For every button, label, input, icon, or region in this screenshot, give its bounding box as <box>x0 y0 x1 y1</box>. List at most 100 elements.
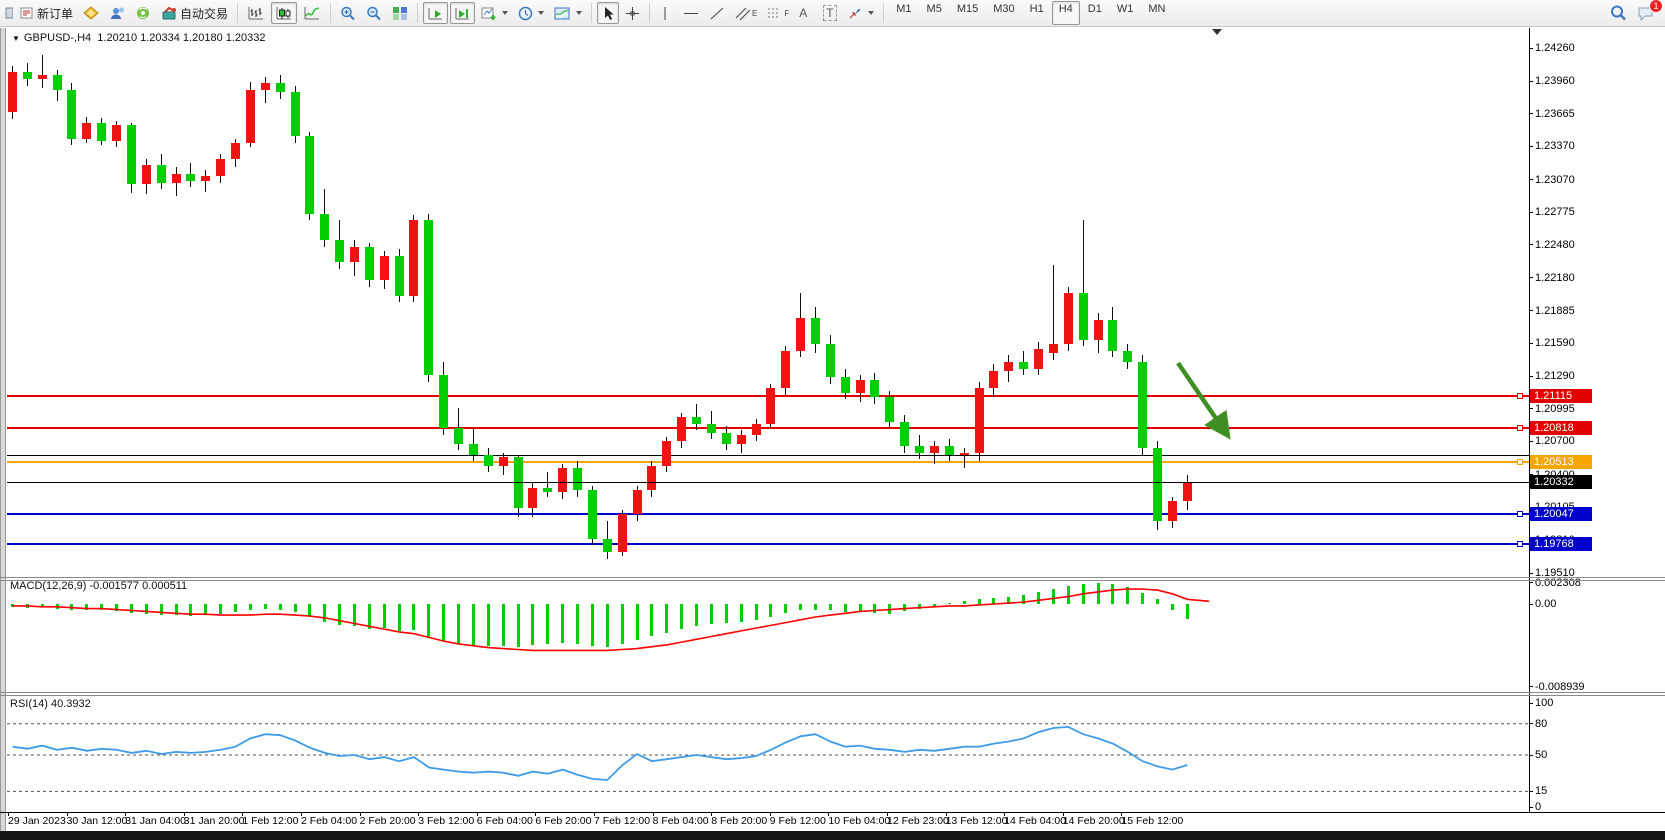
macd-histogram-bar <box>41 604 44 607</box>
horizontal-line-object[interactable] <box>7 455 1529 456</box>
macd-histogram-bar <box>799 604 802 610</box>
macd-panel[interactable] <box>7 581 1529 692</box>
macd-histogram-bar <box>85 604 88 610</box>
new-chart-button[interactable] <box>477 2 512 24</box>
candle-body <box>662 441 671 465</box>
price-tick-label: 1.21590 <box>1535 337 1575 349</box>
candlestick-chart-button[interactable] <box>271 2 297 24</box>
zoom-out-button[interactable] <box>362 2 386 24</box>
time-axis-label: 9 Feb 12:00 <box>770 815 826 827</box>
chart-shift-button[interactable] <box>450 2 475 24</box>
price-tick-label: 1.22480 <box>1535 239 1575 251</box>
candle-body <box>97 123 106 141</box>
candle-body <box>915 446 924 453</box>
bar-chart-button[interactable] <box>243 2 269 24</box>
macd-histogram-bar <box>784 604 787 613</box>
timeframe-button-mn[interactable]: MN <box>1141 1 1172 25</box>
main-chart-panel[interactable] <box>7 28 1529 577</box>
macd-histogram-bar <box>1097 583 1100 604</box>
macd-histogram-bar <box>308 604 311 617</box>
zoom-in-button[interactable] <box>336 2 360 24</box>
panel-splitter[interactable] <box>0 695 1665 696</box>
time-axis-label: 31 Jan 04:00 <box>125 815 186 827</box>
time-axis-label: 31 Jan 20:00 <box>184 815 245 827</box>
line-handle[interactable] <box>1517 541 1523 547</box>
macd-histogram-bar <box>264 604 267 609</box>
candle-body <box>350 247 359 262</box>
dropdown-arrow-icon <box>502 11 508 15</box>
timeframe-button-h1[interactable]: H1 <box>1023 1 1051 25</box>
channel-button[interactable]: E <box>731 2 761 24</box>
template-button[interactable] <box>550 2 586 24</box>
vertical-line-button[interactable] <box>655 2 677 24</box>
macd-histogram-bar <box>1126 587 1129 604</box>
horizontal-line-button[interactable] <box>679 2 703 24</box>
candle-body <box>885 397 894 421</box>
timeframe-button-w1[interactable]: W1 <box>1110 1 1141 25</box>
panel-splitter[interactable] <box>0 692 1665 693</box>
line-handle[interactable] <box>1517 511 1523 517</box>
time-axis-label: 10 Feb 04:00 <box>828 815 890 827</box>
period-button[interactable] <box>514 2 548 24</box>
line-chart-button[interactable] <box>299 2 325 24</box>
timeframe-button-m1[interactable]: M1 <box>889 1 918 25</box>
macd-histogram-bar <box>948 603 951 604</box>
chat-button[interactable]: 1 <box>1633 2 1659 24</box>
line-handle[interactable] <box>1517 425 1523 431</box>
new-order-button[interactable]: 新订单 <box>16 2 77 24</box>
rsi-tick-mark <box>1529 723 1533 724</box>
horizontal-line-object[interactable] <box>7 427 1529 429</box>
trendline-button[interactable] <box>705 2 729 24</box>
horizontal-line-object[interactable] <box>7 543 1529 545</box>
toolbar-separator <box>330 3 331 23</box>
time-axis-label: 14 Feb 04:00 <box>1004 815 1066 827</box>
arrows-button[interactable] <box>843 2 878 24</box>
crosshair-button[interactable] <box>621 2 644 24</box>
timeframe-button-h4[interactable]: H4 <box>1052 1 1080 25</box>
candle-body <box>1153 448 1162 521</box>
candle-body <box>112 125 121 140</box>
tile-windows-button[interactable] <box>388 2 412 24</box>
time-axis-label: 2 Feb 04:00 <box>301 815 357 827</box>
rsi-panel[interactable] <box>7 697 1529 811</box>
candle-body <box>766 388 775 423</box>
price-tick-mark <box>1529 113 1533 114</box>
channel-letter: E <box>752 9 757 18</box>
timeframe-button-m15[interactable]: M15 <box>950 1 985 25</box>
auto-trading-button[interactable]: 自动交易 <box>157 2 232 24</box>
text-button[interactable]: A <box>795 2 817 24</box>
fibonacci-button[interactable]: F <box>763 2 793 24</box>
line-handle[interactable] <box>1517 459 1523 465</box>
text-label-button[interactable]: T <box>819 2 841 24</box>
candle-body <box>1079 293 1088 339</box>
macd-histogram-bar <box>650 604 653 636</box>
candle-body <box>722 433 731 444</box>
price-tick-mark <box>1529 441 1533 442</box>
dropdown-arrow-icon <box>868 11 874 15</box>
search-button[interactable] <box>1606 2 1631 24</box>
rsi-tick-label: 80 <box>1535 718 1547 730</box>
macd-histogram-bar <box>472 604 475 645</box>
candle-body <box>424 220 433 375</box>
timeframe-button-m30[interactable]: M30 <box>986 1 1021 25</box>
panel-splitter[interactable] <box>0 577 1665 578</box>
auto-scroll-button[interactable] <box>423 2 448 24</box>
market-watch-button[interactable] <box>79 2 103 24</box>
dropdown-arrow-icon <box>576 11 582 15</box>
cursor-button[interactable] <box>597 2 619 24</box>
trendline-icon <box>709 6 725 21</box>
panel-splitter[interactable] <box>0 580 1665 581</box>
macd-histogram-bar <box>814 604 817 610</box>
time-axis-label: 6 Feb 04:00 <box>477 815 533 827</box>
horizontal-line-object[interactable] <box>7 513 1529 515</box>
signals-button[interactable] <box>131 2 155 24</box>
timeframe-button-m5[interactable]: M5 <box>920 1 949 25</box>
timeframe-button-d1[interactable]: D1 <box>1081 1 1109 25</box>
community-button[interactable] <box>105 2 129 24</box>
macd-histogram-bar <box>621 604 624 644</box>
candle-body <box>8 72 17 112</box>
tile-windows-icon <box>392 6 408 21</box>
line-handle[interactable] <box>1517 393 1523 399</box>
candle-body <box>975 388 984 452</box>
horizontal-line-object[interactable] <box>7 461 1529 463</box>
